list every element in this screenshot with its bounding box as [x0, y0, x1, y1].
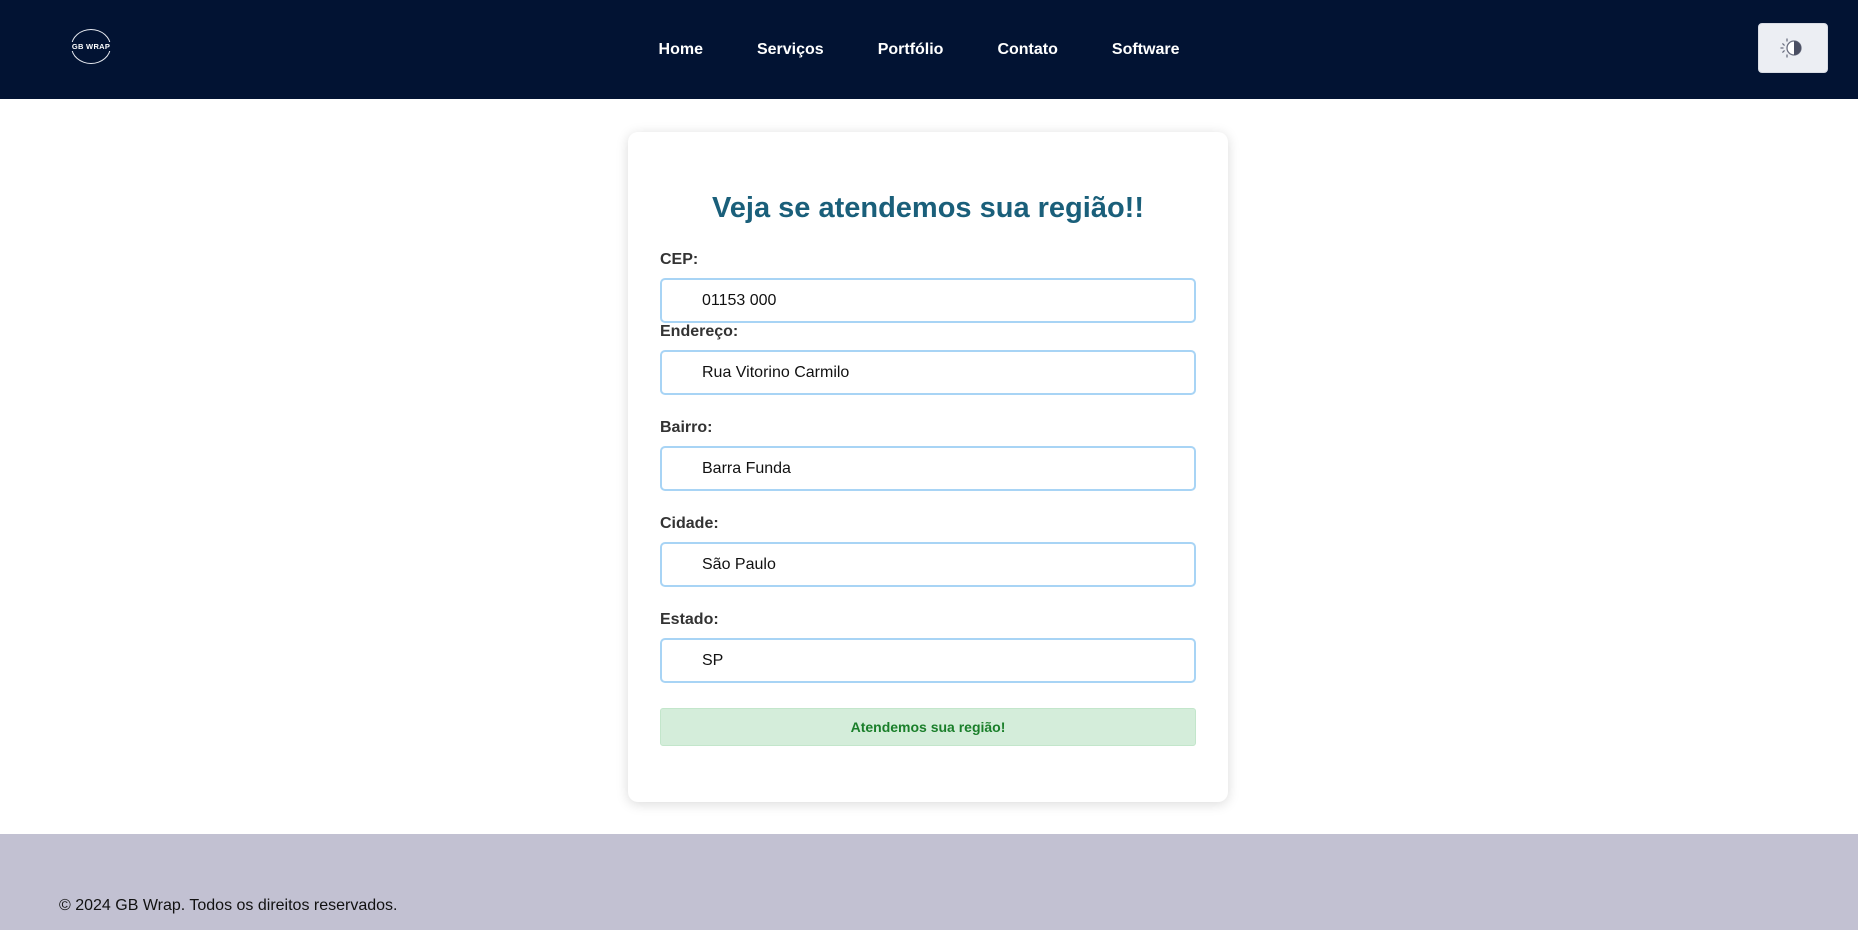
estado-field[interactable] — [660, 638, 1196, 683]
navbar: GB WRAP Home Serviços Portfólio Contato … — [0, 0, 1858, 99]
cep-field[interactable] — [660, 278, 1196, 323]
nav-link-software[interactable]: Software — [1112, 41, 1180, 59]
main-nav: Home Serviços Portfólio Contato Software — [0, 0, 1858, 99]
nav-link-portfolio[interactable]: Portfólio — [878, 41, 944, 59]
bairro-field[interactable] — [660, 446, 1196, 491]
cep-label: CEP: — [660, 251, 699, 268]
theme-toggle-button[interactable] — [1758, 23, 1828, 73]
theme-toggle-icon — [1780, 38, 1802, 58]
cidade-label: Cidade: — [660, 515, 719, 532]
nav-link-contato[interactable]: Contato — [997, 41, 1057, 59]
nav-link-servicos[interactable]: Serviços — [757, 41, 824, 59]
endereco-label: Endereço: — [660, 323, 739, 340]
bairro-label: Bairro: — [660, 419, 713, 436]
footer: © 2024 GB Wrap. Todos os direitos reserv… — [0, 834, 1858, 930]
nav-link-home[interactable]: Home — [659, 41, 703, 59]
endereco-field[interactable] — [660, 350, 1196, 395]
footer-copyright: © 2024 GB Wrap. Todos os direitos reserv… — [59, 897, 398, 914]
cidade-field[interactable] — [660, 542, 1196, 587]
page-title: Veja se atendemos sua região!! — [712, 192, 1144, 224]
coverage-check-card: Veja se atendemos sua região!! CEP: Ende… — [628, 132, 1228, 802]
coverage-status-message: Atendemos sua região! — [660, 708, 1196, 746]
estado-label: Estado: — [660, 611, 719, 628]
